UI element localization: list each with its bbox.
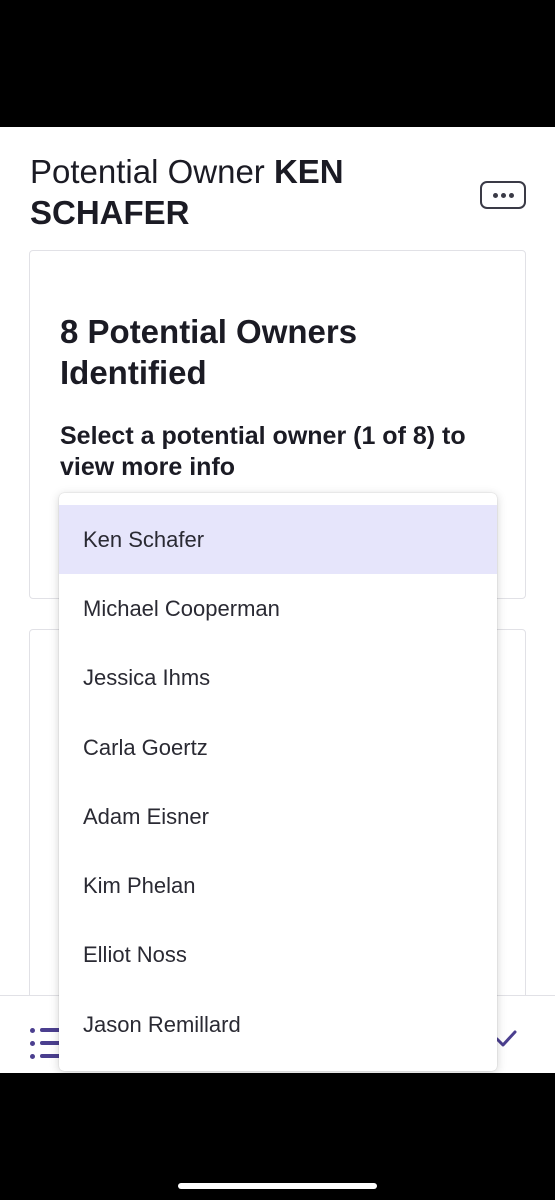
dropdown-option[interactable]: Ken Schafer xyxy=(59,505,497,575)
page-title: Potential Owner KEN SCHAFER xyxy=(30,151,450,233)
dropdown-option[interactable]: Elliot Noss xyxy=(59,921,497,990)
dropdown-option[interactable]: Michael Cooperman xyxy=(59,574,497,643)
dropdown-option[interactable]: Jason Remillard xyxy=(59,990,497,1059)
potential-owners-heading: 8 Potential Owners Identified xyxy=(60,313,358,391)
select-owner-instruction: Select a potential owner (1 of 8) to vie… xyxy=(60,422,466,481)
home-indicator[interactable] xyxy=(178,1183,377,1189)
list-icon[interactable] xyxy=(30,1026,62,1060)
dropdown-option[interactable]: Adam Eisner xyxy=(59,782,497,851)
ellipsis-icon-dot xyxy=(508,192,514,198)
app-screen: Potential Owner KEN SCHAFER 8 Potential … xyxy=(0,127,555,1073)
check-icon[interactable] xyxy=(494,1026,518,1050)
owner-dropdown-menu: Ken Schafer Michael Cooperman Jessica Ihms… xyxy=(59,493,497,1071)
home-bar-area xyxy=(0,1073,555,1200)
ellipsis-icon-dot xyxy=(500,192,506,198)
ellipsis-icon xyxy=(492,192,498,198)
dropdown-option[interactable]: Kim Phelan xyxy=(59,851,497,920)
dropdown-option[interactable]: Jessica Ihms xyxy=(59,644,497,713)
status-bar-area xyxy=(0,0,555,127)
more-options-button[interactable] xyxy=(480,181,526,209)
dropdown-option[interactable]: Carla Goertz xyxy=(59,713,497,782)
page-title-prefix: Potential Owner xyxy=(30,153,274,190)
